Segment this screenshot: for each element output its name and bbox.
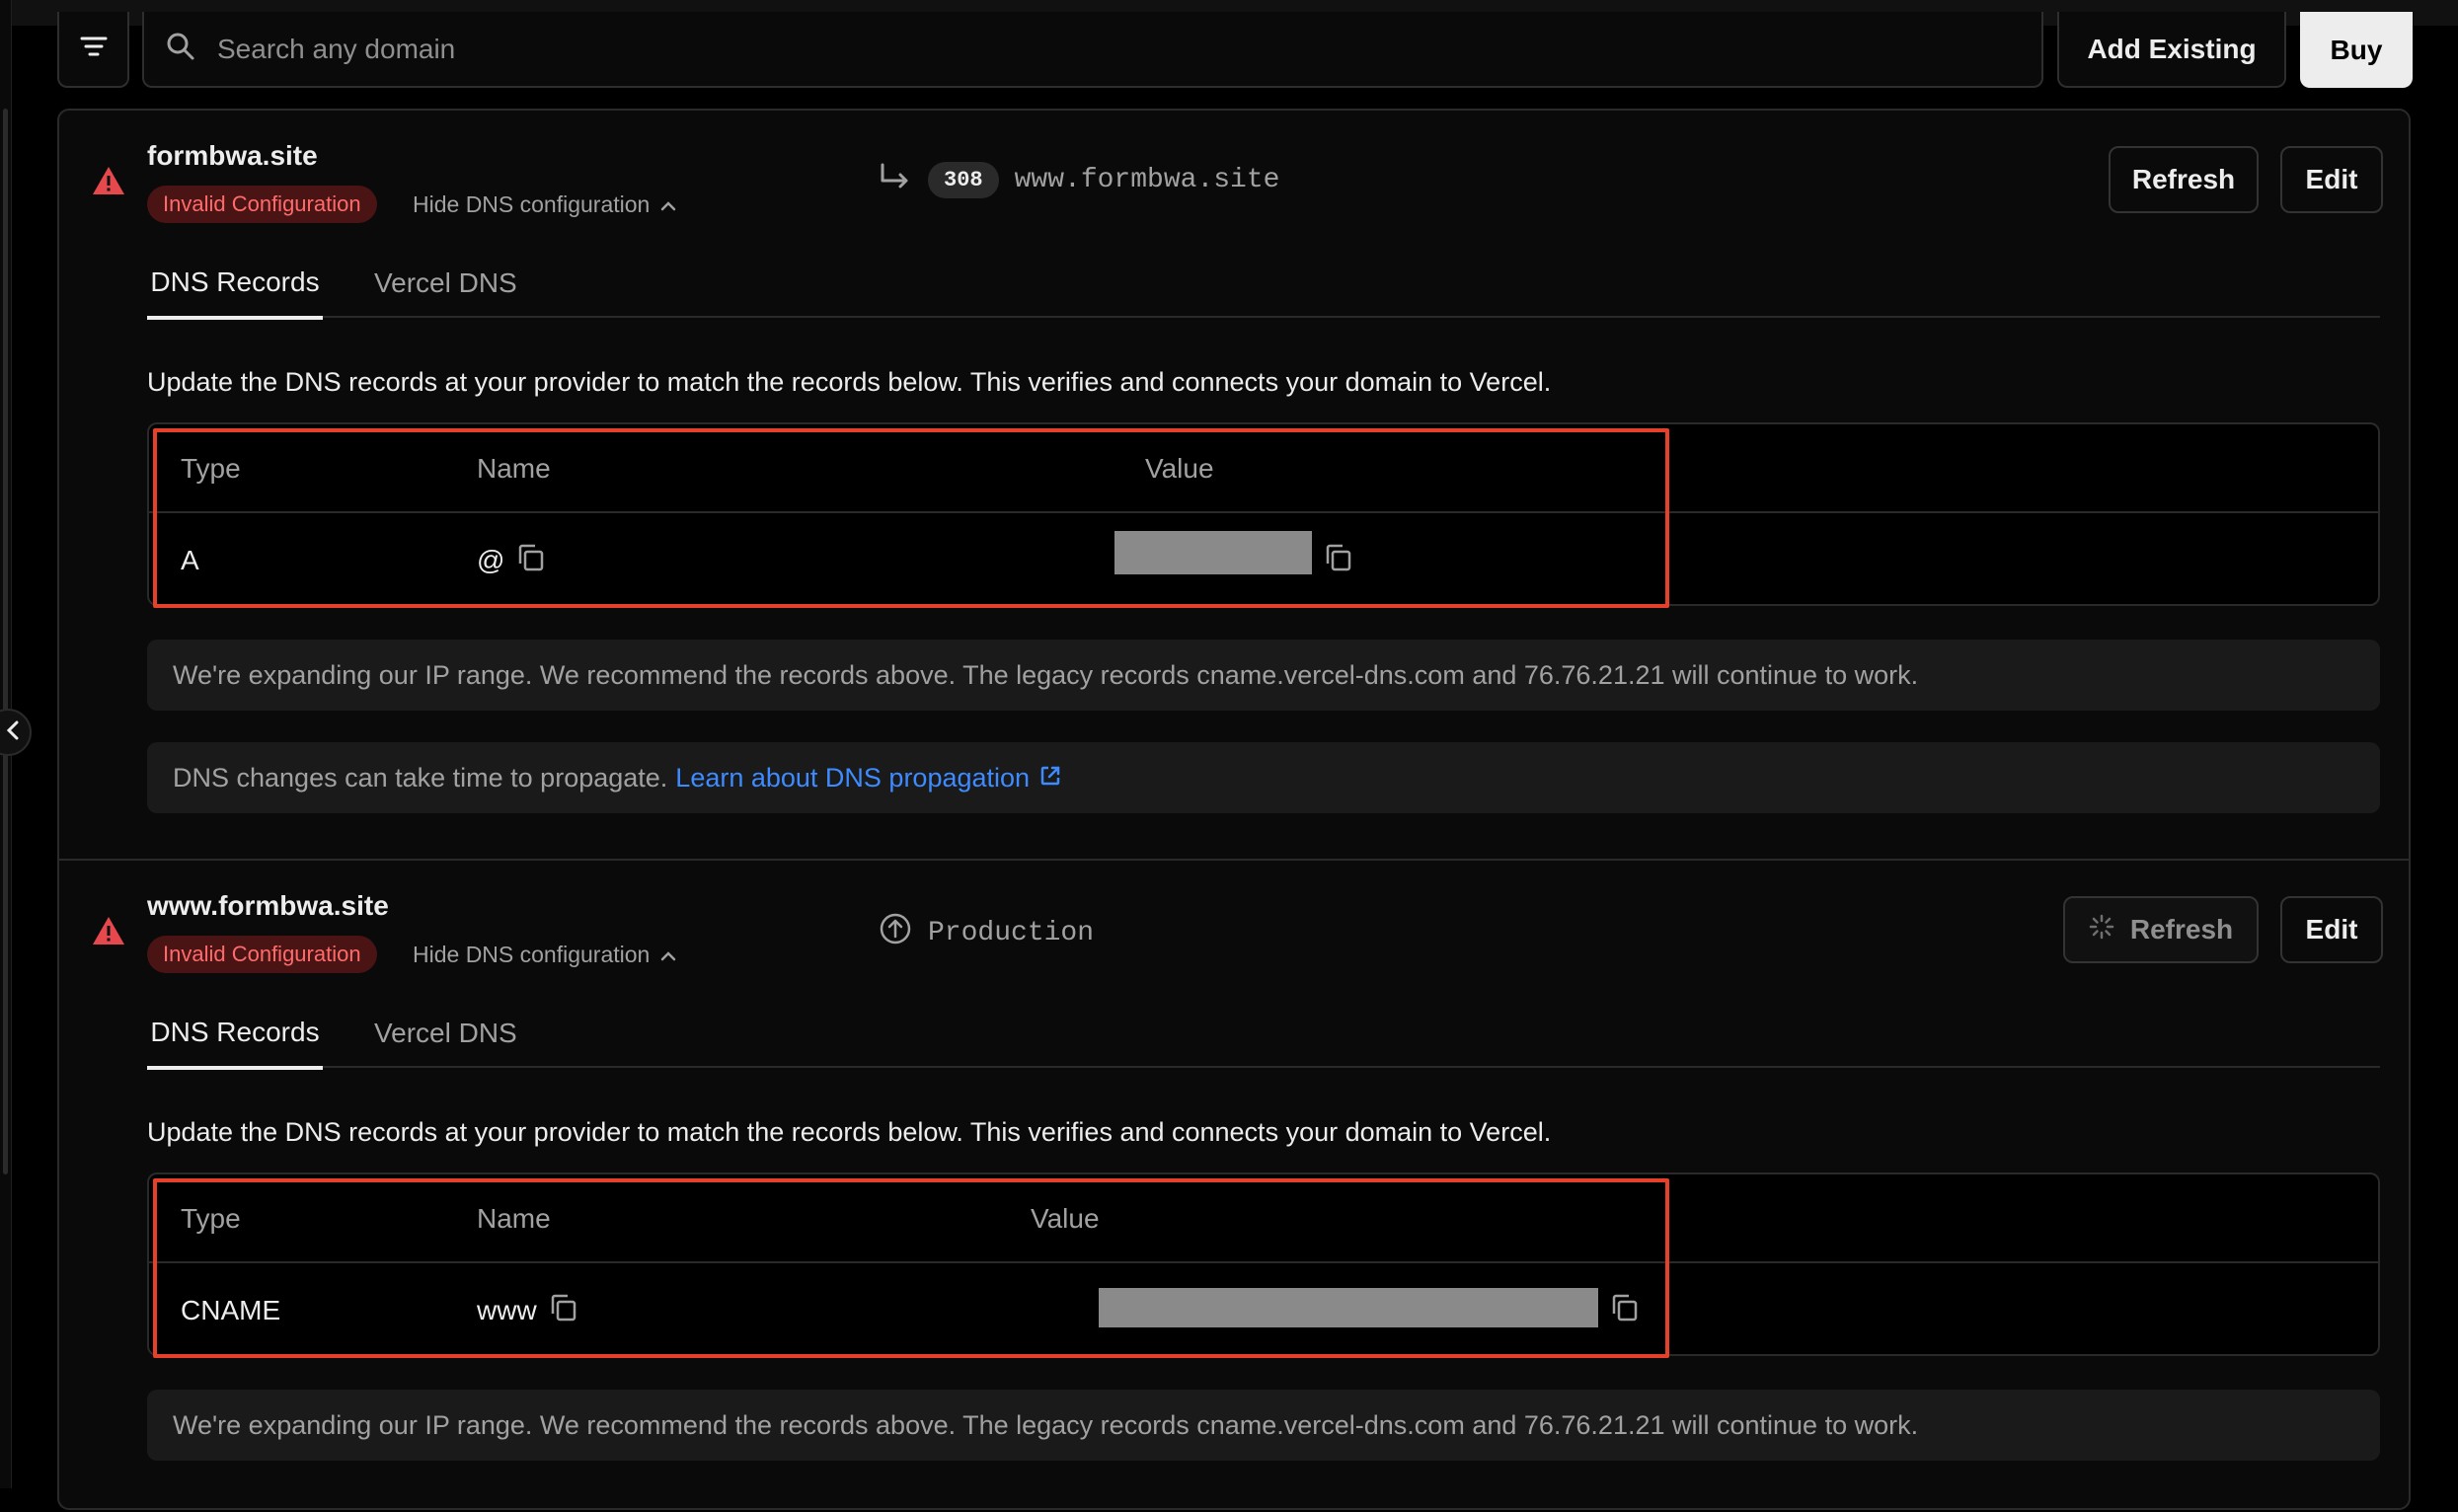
tab-dns-records[interactable]: DNS Records (147, 999, 323, 1070)
environment-info: Production (879, 912, 1094, 954)
domains-panel: formbwa.site Invalid Configuration Hide … (57, 109, 2411, 1510)
copy-icon[interactable] (1610, 1293, 1640, 1329)
warning-icon (91, 915, 126, 951)
copy-icon[interactable] (549, 1293, 578, 1329)
refresh-label: Refresh (2129, 914, 2234, 945)
refresh-button[interactable]: Refresh (2063, 896, 2259, 963)
hide-dns-toggle[interactable]: Hide DNS configuration (413, 936, 677, 973)
propagation-link-label: Learn about DNS propagation (675, 762, 1031, 793)
propagation-text: DNS changes can take time to propagate. (173, 762, 668, 793)
chevron-up-icon (659, 191, 677, 218)
record-type: A (181, 545, 199, 575)
edit-button[interactable]: Edit (2280, 896, 2383, 963)
chevron-left-icon (6, 720, 20, 745)
hide-dns-label: Hide DNS configuration (413, 190, 651, 217)
redirect-target[interactable]: www.formbwa.site (1015, 165, 1280, 195)
tab-dns-records[interactable]: DNS Records (147, 249, 323, 320)
copy-icon[interactable] (1324, 543, 1353, 579)
dns-tabs: DNS Records Vercel DNS (147, 999, 2380, 1070)
filter-icon (80, 35, 108, 63)
sidebar-collapse-toggle[interactable] (0, 709, 32, 756)
edit-button[interactable]: Edit (2280, 146, 2383, 213)
tab-vercel-dns[interactable]: Vercel DNS (374, 999, 517, 1068)
warning-icon (91, 165, 126, 201)
domains-toolbar: Add Existing Buy (57, 12, 2413, 88)
copy-icon[interactable] (516, 543, 546, 579)
buy-button[interactable]: Buy (2300, 12, 2413, 88)
external-link-icon (1039, 763, 1061, 794)
record-name: www (477, 1295, 537, 1325)
ip-range-note: We're expanding our IP range. We recomme… (147, 640, 2380, 711)
domain-card-formbwa: formbwa.site Invalid Configuration Hide … (59, 111, 2409, 861)
dns-tabs: DNS Records Vercel DNS (147, 249, 2380, 320)
add-existing-button[interactable]: Add Existing (2057, 12, 2286, 88)
dns-instructions: Update the DNS records at your provider … (147, 1117, 1552, 1147)
table-header: Type Name Value (149, 424, 2378, 513)
domain-search[interactable] (142, 12, 2043, 88)
column-header-name: Name (477, 1203, 551, 1234)
propagation-note: DNS changes can take time to propagate. … (147, 742, 2380, 813)
redirect-status-code: 308 (928, 162, 999, 198)
record-name-cell: @ (477, 515, 546, 606)
record-type: CNAME (181, 1295, 281, 1325)
search-icon (166, 32, 195, 66)
domain-card-www-formbwa: www.formbwa.site Invalid Configuration H… (59, 861, 2409, 1512)
domain-name[interactable]: formbwa.site (147, 140, 318, 172)
production-arrow-icon (879, 912, 912, 954)
record-name-cell: www (477, 1265, 578, 1356)
record-name: @ (477, 545, 505, 575)
filter-button[interactable] (57, 12, 129, 88)
spinner-icon (2089, 914, 2114, 946)
dns-instructions: Update the DNS records at your provider … (147, 367, 1552, 397)
column-header-value: Value (1031, 1203, 1100, 1234)
hide-dns-label: Hide DNS configuration (413, 941, 651, 967)
column-header-value: Value (1145, 453, 1214, 484)
ip-range-note: We're expanding our IP range. We recomme… (147, 1390, 2380, 1461)
record-value-cell (1099, 1265, 1640, 1356)
column-header-name: Name (477, 453, 551, 484)
propagation-link[interactable]: Learn about DNS propagation (675, 763, 1061, 794)
search-input[interactable] (215, 32, 1893, 66)
column-header-type: Type (181, 453, 241, 484)
chevron-up-icon (659, 942, 677, 968)
status-badge: Invalid Configuration (147, 936, 377, 973)
redacted-value (1099, 1288, 1598, 1327)
record-value-cell (1114, 515, 1353, 606)
environment-label: Production (928, 918, 1095, 948)
domain-name[interactable]: www.formbwa.site (147, 890, 389, 922)
column-header-type: Type (181, 1203, 241, 1234)
table-header: Type Name Value (149, 1174, 2378, 1263)
redacted-value (1114, 531, 1312, 574)
tab-vercel-dns[interactable]: Vercel DNS (374, 249, 517, 318)
dns-records-table: Type Name Value A @ (147, 422, 2380, 608)
redirect-info: 308 www.formbwa.site (879, 162, 1279, 198)
hide-dns-toggle[interactable]: Hide DNS configuration (413, 186, 677, 223)
dns-records-table: Type Name Value CNAME www (147, 1172, 2380, 1358)
status-badge: Invalid Configuration (147, 186, 377, 223)
scrollbar-thumb[interactable] (3, 109, 8, 1174)
redirect-arrow-icon (879, 163, 912, 197)
refresh-button[interactable]: Refresh (2109, 146, 2259, 213)
